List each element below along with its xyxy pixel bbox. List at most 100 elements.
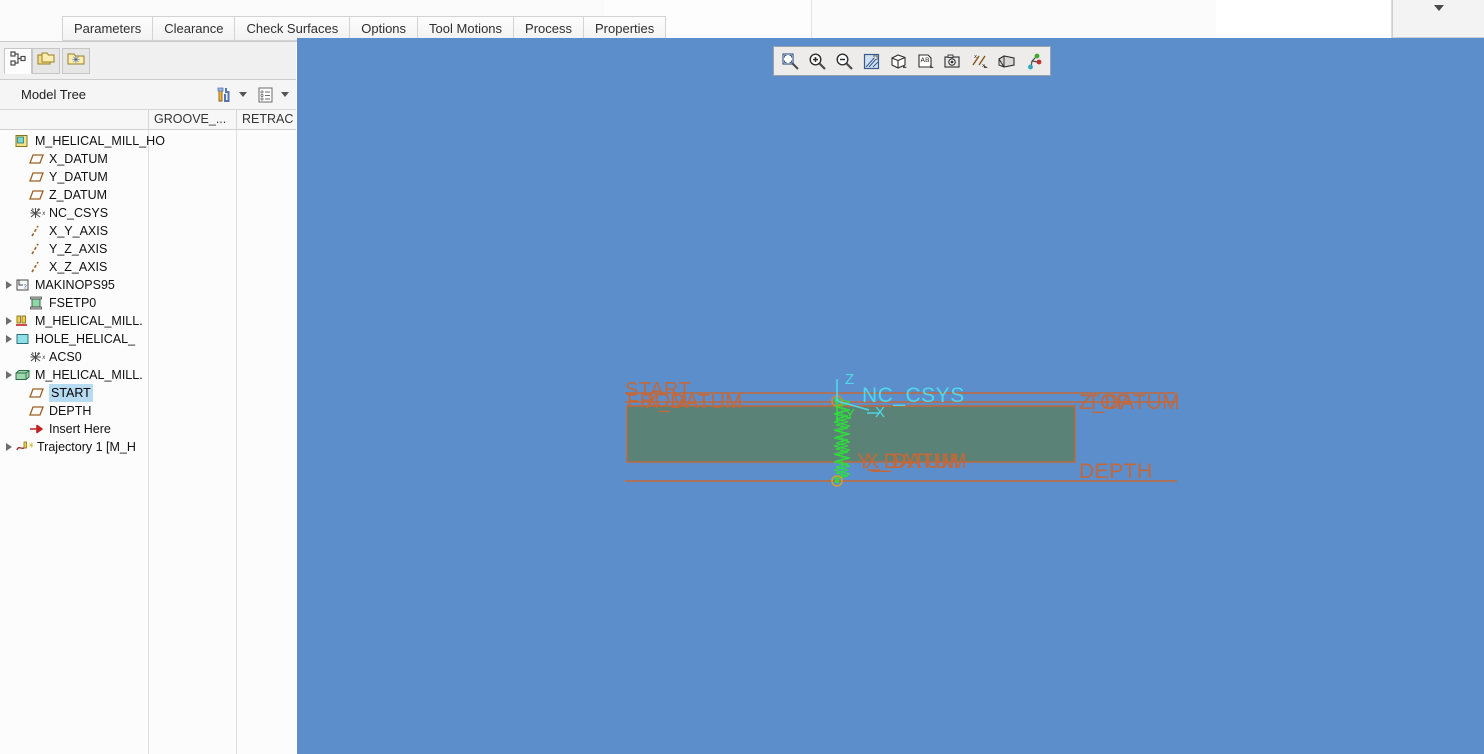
expander-chevron-icon[interactable]: [6, 371, 12, 379]
tree-item-insert-here[interactable]: Insert Here: [6, 420, 111, 438]
svg-text:x: x: [974, 54, 977, 60]
tree-item-x-datum[interactable]: X_DATUM: [6, 150, 108, 168]
expander-chevron-icon[interactable]: [6, 335, 12, 343]
column-divider[interactable]: [236, 110, 237, 129]
tree-item-hole-helical[interactable]: HOLE_HELICAL_: [6, 330, 135, 348]
svg-text:?: ?: [24, 283, 27, 291]
zoom-in-icon[interactable]: [804, 49, 831, 74]
column-header-retract[interactable]: RETRAC: [242, 112, 293, 126]
tree-item-trajectory-1-m-h[interactable]: ✳ Trajectory 1 [M_H: [6, 438, 136, 456]
tree-item-y-datum[interactable]: Y_DATUM: [6, 168, 108, 186]
tree-item-label: Y_DATUM: [49, 170, 108, 184]
datum-display-icon[interactable]: x x: [966, 49, 993, 74]
datum-plane-icon: [29, 188, 45, 202]
tree-item-label: M_HELICAL_MILL.: [35, 314, 143, 328]
tree-item-x-y-axis[interactable]: X_Y_AXIS: [6, 222, 108, 240]
fixture-setup-icon: [29, 296, 45, 310]
svg-text:x: x: [42, 210, 45, 217]
dashboard-options-panel[interactable]: [1392, 0, 1484, 38]
model-geometry: START FROM X_DATUM NC_CSYS Z X Y Z_DATUM TOP X_DA…: [297, 38, 1484, 754]
tree-item-m-helical-mill[interactable]: M_HELICAL_MILL.: [6, 366, 143, 384]
tree-item-start[interactable]: START: [6, 384, 93, 402]
application-window: Parameters Clearance Check Surfaces Options…: [0, 0, 1484, 754]
graphics-viewport[interactable]: START FROM X_DATUM NC_CSYS Z X Y Z_DATUM TOP X_DA…: [297, 38, 1484, 754]
tree-item-label: Insert Here: [49, 422, 111, 436]
tree-item-label: X_Y_AXIS: [49, 224, 109, 238]
dashboard-tab-strip: Parameters Clearance Check Surfaces Options…: [0, 0, 1484, 42]
settings-tools-icon[interactable]: [213, 85, 233, 110]
column-divider[interactable]: [148, 110, 149, 129]
chevron-down-icon[interactable]: [1433, 5, 1444, 11]
saved-view-icon[interactable]: [939, 49, 966, 74]
tree-item-label: NC_CSYS: [49, 206, 109, 220]
datum-plane-icon: [29, 386, 45, 400]
list-filter-icon[interactable]: [255, 85, 275, 110]
favorites-tab[interactable]: ✳: [62, 48, 90, 74]
model-tree-panel: ✳ Model Tree GROOVE_... RETRAC M_HELICAL…: [0, 42, 296, 754]
tree-item-label: Z_DATUM: [49, 188, 108, 202]
tree-item-makinops95[interactable]: ? MAKINOPS95: [6, 276, 115, 294]
repaint-icon[interactable]: [858, 49, 885, 74]
tree-structure-icon: [9, 50, 27, 72]
column-header-groove[interactable]: GROOVE_...: [154, 112, 226, 126]
display-style-icon[interactable]: [885, 49, 912, 74]
tree-column-divider: [236, 130, 237, 754]
tree-item-z-datum[interactable]: Z_DATUM: [6, 186, 107, 204]
tree-item-m-helical-mill[interactable]: M_HELICAL_MILL.: [6, 312, 143, 330]
expander-chevron-icon[interactable]: [6, 443, 12, 451]
tree-item-m-helical-mill-ho[interactable]: M_HELICAL_MILL_HO: [6, 132, 165, 150]
list-chevron-down-icon[interactable]: [281, 92, 289, 97]
svg-text:AB: AB: [921, 56, 930, 64]
tree-item-acs0[interactable]: x ACS0: [6, 348, 82, 366]
axes-display-icon[interactable]: [1020, 49, 1047, 74]
tree-item-nc-csys[interactable]: x NC_CSYS: [6, 204, 108, 222]
view-manager-icon[interactable]: [993, 49, 1020, 74]
tree-item-label: X_DATUM: [49, 152, 108, 166]
folder-browser-tab[interactable]: [32, 48, 60, 74]
datum-axis-icon: [29, 260, 45, 274]
tree-item-x-z-axis[interactable]: X_Z_AXIS: [6, 258, 107, 276]
coordinate-system-icon: x: [29, 350, 45, 364]
datum-plane-icon: [29, 404, 45, 418]
annotation-display-icon[interactable]: AB: [912, 49, 939, 74]
tree-item-label: DEPTH: [49, 404, 92, 418]
zoom-out-icon[interactable]: [831, 49, 858, 74]
tab-clearance[interactable]: Clearance: [153, 16, 236, 41]
svg-text:✳: ✳: [72, 55, 80, 66]
milling-tool-icon: [15, 314, 31, 328]
tree-item-y-z-axis[interactable]: Y_Z_AXIS: [6, 240, 107, 258]
insert-arrow-icon: [29, 422, 45, 436]
model-tree-column-headers: GROOVE_... RETRAC: [0, 110, 296, 130]
depth-plane-label: DEPTH: [1079, 460, 1153, 483]
tree-item-label: START: [49, 384, 93, 402]
svg-text:x: x: [42, 354, 45, 361]
tab-parameters[interactable]: Parameters: [62, 16, 154, 41]
datum-axis-icon: [29, 242, 45, 256]
tree-column-divider: [148, 130, 149, 754]
expander-chevron-icon[interactable]: [6, 281, 12, 289]
expander-chevron-icon[interactable]: [6, 317, 12, 325]
stock-block-icon: [15, 368, 31, 382]
csys-y-axis-label: Y: [845, 406, 856, 423]
x-datum-left-label: X_DATUM: [645, 391, 743, 413]
tree-item-label: M_HELICAL_MILL.: [35, 368, 143, 382]
viewport-toolbar: AB x x: [773, 46, 1051, 76]
csys-z-axis-label: Z: [845, 371, 855, 388]
refit-zoom-icon[interactable]: [777, 49, 804, 74]
tree-item-fsetp0[interactable]: FSETP0: [6, 294, 96, 312]
datum-axis-icon: [29, 224, 45, 238]
datum-plane-icon: [29, 152, 45, 166]
tree-item-depth[interactable]: DEPTH: [6, 402, 91, 420]
settings-chevron-down-icon[interactable]: [239, 92, 247, 97]
tree-item-label: HOLE_HELICAL_: [35, 332, 136, 346]
svg-text:✳: ✳: [28, 441, 33, 450]
machine-tool-icon: ?: [15, 278, 31, 292]
model-tree-tab[interactable]: [4, 48, 32, 74]
navigator-tab-bar: ✳: [0, 42, 296, 80]
